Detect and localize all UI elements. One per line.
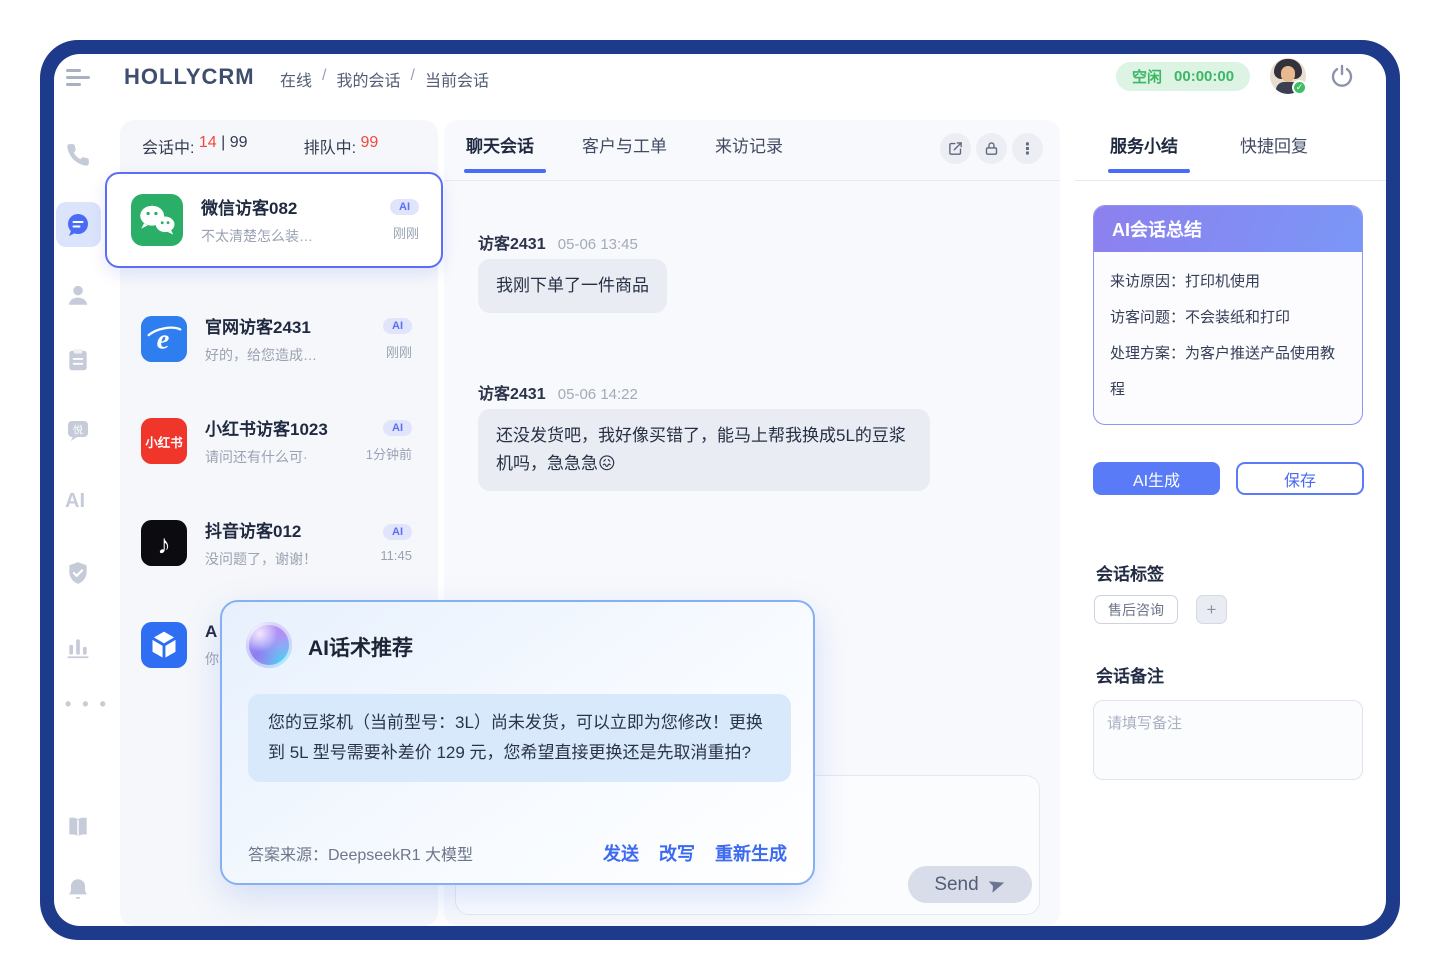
breadcrumb-item-my-sessions[interactable]: 我的会话 (336, 67, 400, 91)
tab-customer-workorder[interactable]: 客户与工单 (582, 132, 667, 173)
svg-text:悦: 悦 (73, 424, 83, 437)
yue-chat-icon[interactable]: 悦 (65, 417, 91, 443)
conversation-preview: 不太清楚怎么装… (201, 226, 390, 246)
breadcrumb-item-online[interactable]: 在线 (280, 67, 312, 91)
power-icon[interactable] (1328, 62, 1356, 90)
send-suggestion-link[interactable]: 发送 (603, 840, 639, 866)
ai-badge: AI (390, 199, 419, 215)
ai-popup-title: AI话术推荐 (308, 632, 413, 662)
status-label: 空闲 (1132, 66, 1162, 87)
summary-line-reason: 来访原因：打印机使用 (1110, 264, 1346, 300)
conversation-name: 微信访客082 (201, 194, 390, 219)
queue-count: 99 (360, 134, 378, 158)
ai-summary-card: AI会话总结 来访原因：打印机使用 访客问题：不会装纸和打印 处理方案：为客户推… (1093, 205, 1363, 425)
summary-line-issue: 访客问题：不会装纸和打印 (1110, 300, 1346, 336)
brand-logo: HOLLYCRM (124, 64, 255, 90)
ai-badge: AI (383, 420, 412, 436)
paper-plane-icon (988, 876, 1006, 894)
wechat-icon (131, 194, 183, 246)
online-check-icon: ✓ (1292, 80, 1307, 95)
ai-generate-button[interactable]: AI生成 (1093, 462, 1220, 495)
send-button[interactable]: Send (908, 866, 1032, 903)
ai-badge: AI (383, 318, 412, 334)
svg-text:小红书: 小红书 (144, 435, 183, 450)
conversation-counters: 会话中: 14 | 99 排队中: 99 (142, 134, 424, 158)
tab-visit-history[interactable]: 来访记录 (715, 132, 783, 173)
in-session-label: 会话中: (142, 134, 194, 158)
message-meta: 访客2431 05-06 13:45 (478, 230, 638, 254)
conversation-item-web[interactable]: e 官网访客2431 好的，给您造成… AI 刚刚 (120, 303, 438, 375)
message-sender: 访客2431 (478, 236, 546, 253)
chat-tabs: 聊天会话 客户与工单 来访记录 (466, 132, 783, 173)
ai-orb-icon (246, 622, 292, 668)
phone-icon[interactable] (65, 142, 91, 168)
ai-suggestion-popup: AI话术推荐 您的豆浆机（当前型号：3L）尚未发货，可以立即为您修改！更换到 5… (220, 600, 815, 885)
queue-label: 排队中: (304, 134, 356, 158)
conversation-time: 刚刚 (393, 223, 419, 242)
more-icon[interactable]: • • • (65, 694, 109, 720)
lock-icon[interactable] (976, 133, 1007, 164)
conversation-item-wechat[interactable]: 微信访客082 不太清楚怎么装… AI 刚刚 (105, 172, 443, 268)
breadcrumb-item-current-session[interactable]: 当前会话 (425, 67, 489, 91)
app-cube-icon (141, 622, 187, 668)
ai-nav-icon[interactable]: AI (65, 490, 85, 516)
summary-line-solution: 处理方案：为客户推送产品使用教程 (1110, 336, 1346, 408)
message-sender: 访客2431 (478, 386, 546, 403)
message-time: 05-06 14:22 (558, 386, 638, 403)
message-bubble: 我刚下单了一件商品 (478, 259, 667, 313)
knowledge-book-icon[interactable] (65, 814, 91, 840)
conversation-item-douyin[interactable]: ♪ 抖音访客012 没问题了，谢谢！ AI 11:45 (120, 507, 438, 579)
contacts-icon[interactable] (65, 282, 91, 308)
in-session-total: 99 (230, 134, 248, 158)
share-icon[interactable] (940, 133, 971, 164)
rewrite-link[interactable]: 改写 (659, 840, 695, 866)
menu-toggle-icon[interactable] (66, 69, 92, 91)
shield-icon[interactable] (65, 560, 91, 586)
in-session-current: 14 (199, 134, 217, 158)
message-bubble: 还没发货吧，我好像买错了，能马上帮我换成5L的豆浆机吗，急急急😖 (478, 409, 930, 491)
svg-text:♪: ♪ (157, 530, 170, 560)
breadcrumb: 在线/ 我的会话/ 当前会话 (280, 67, 489, 91)
agent-status-badge[interactable]: 空闲 00:00:00 (1116, 62, 1250, 91)
tab-service-summary[interactable]: 服务小结 (1110, 132, 1178, 173)
tags-label: 会话标签 (1096, 560, 1164, 585)
message-time: 05-06 13:45 (558, 236, 638, 253)
workorder-icon[interactable] (65, 347, 91, 373)
tag-aftersales[interactable]: 售后咨询 (1094, 595, 1178, 624)
douyin-icon: ♪ (141, 520, 187, 566)
ai-summary-title: AI会话总结 (1094, 206, 1362, 252)
message-meta: 访客2431 05-06 14:22 (478, 380, 638, 404)
xiaohongshu-icon: 小红书 (141, 418, 187, 464)
summary-tabs: 服务小结 快捷回复 (1110, 132, 1308, 173)
notes-textarea[interactable] (1093, 700, 1363, 780)
kebab-menu-icon[interactable]: ⋮ (1012, 133, 1043, 164)
regenerate-link[interactable]: 重新生成 (715, 840, 787, 866)
window-frame: HOLLYCRM 在线/ 我的会话/ 当前会话 空闲 00:00:00 ✓ 悦 … (40, 40, 1400, 940)
tab-chat-session[interactable]: 聊天会话 (466, 132, 534, 173)
ai-source-label: 答案来源：DeepseekR1 大模型 (248, 841, 473, 865)
tab-quick-reply[interactable]: 快捷回复 (1240, 132, 1308, 173)
web-browser-icon: e (141, 316, 187, 362)
add-tag-button[interactable]: + (1196, 595, 1227, 624)
notes-label: 会话备注 (1096, 662, 1164, 687)
ai-badge: AI (383, 524, 412, 540)
stats-icon[interactable] (65, 634, 91, 660)
ai-suggestion-text: 您的豆浆机（当前型号：3L）尚未发货，可以立即为您修改！更换到 5L 型号需要补… (248, 694, 791, 782)
status-timer: 00:00:00 (1174, 68, 1234, 85)
conversation-item-xiaohongshu[interactable]: 小红书 小红书访客1023 请问还有什么可· AI 1分钟前 (120, 405, 438, 477)
notification-bell-icon[interactable] (65, 876, 91, 902)
chat-nav-icon[interactable] (65, 212, 91, 238)
save-button[interactable]: 保存 (1236, 462, 1364, 495)
app-window: HOLLYCRM 在线/ 我的会话/ 当前会话 空闲 00:00:00 ✓ 悦 … (54, 54, 1386, 926)
